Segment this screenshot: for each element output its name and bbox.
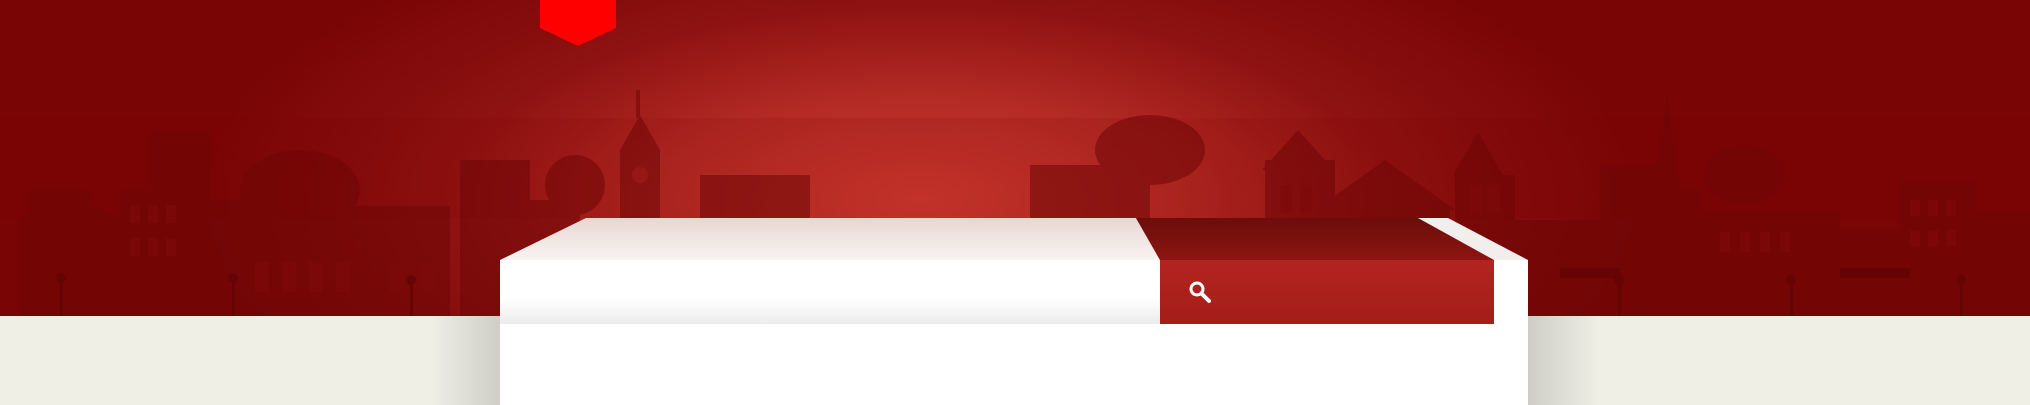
search-panel-edge <box>1494 260 1528 324</box>
shield-badge-icon[interactable] <box>540 0 616 46</box>
search-panel-top-bevel <box>500 218 1528 260</box>
panel-shadow-right <box>1528 316 1600 405</box>
search-button[interactable] <box>1160 260 1494 324</box>
search-input[interactable] <box>500 260 1160 324</box>
panel-shadow-left <box>430 316 502 405</box>
search-icon <box>1189 281 1211 303</box>
search-panel <box>500 218 1528 405</box>
